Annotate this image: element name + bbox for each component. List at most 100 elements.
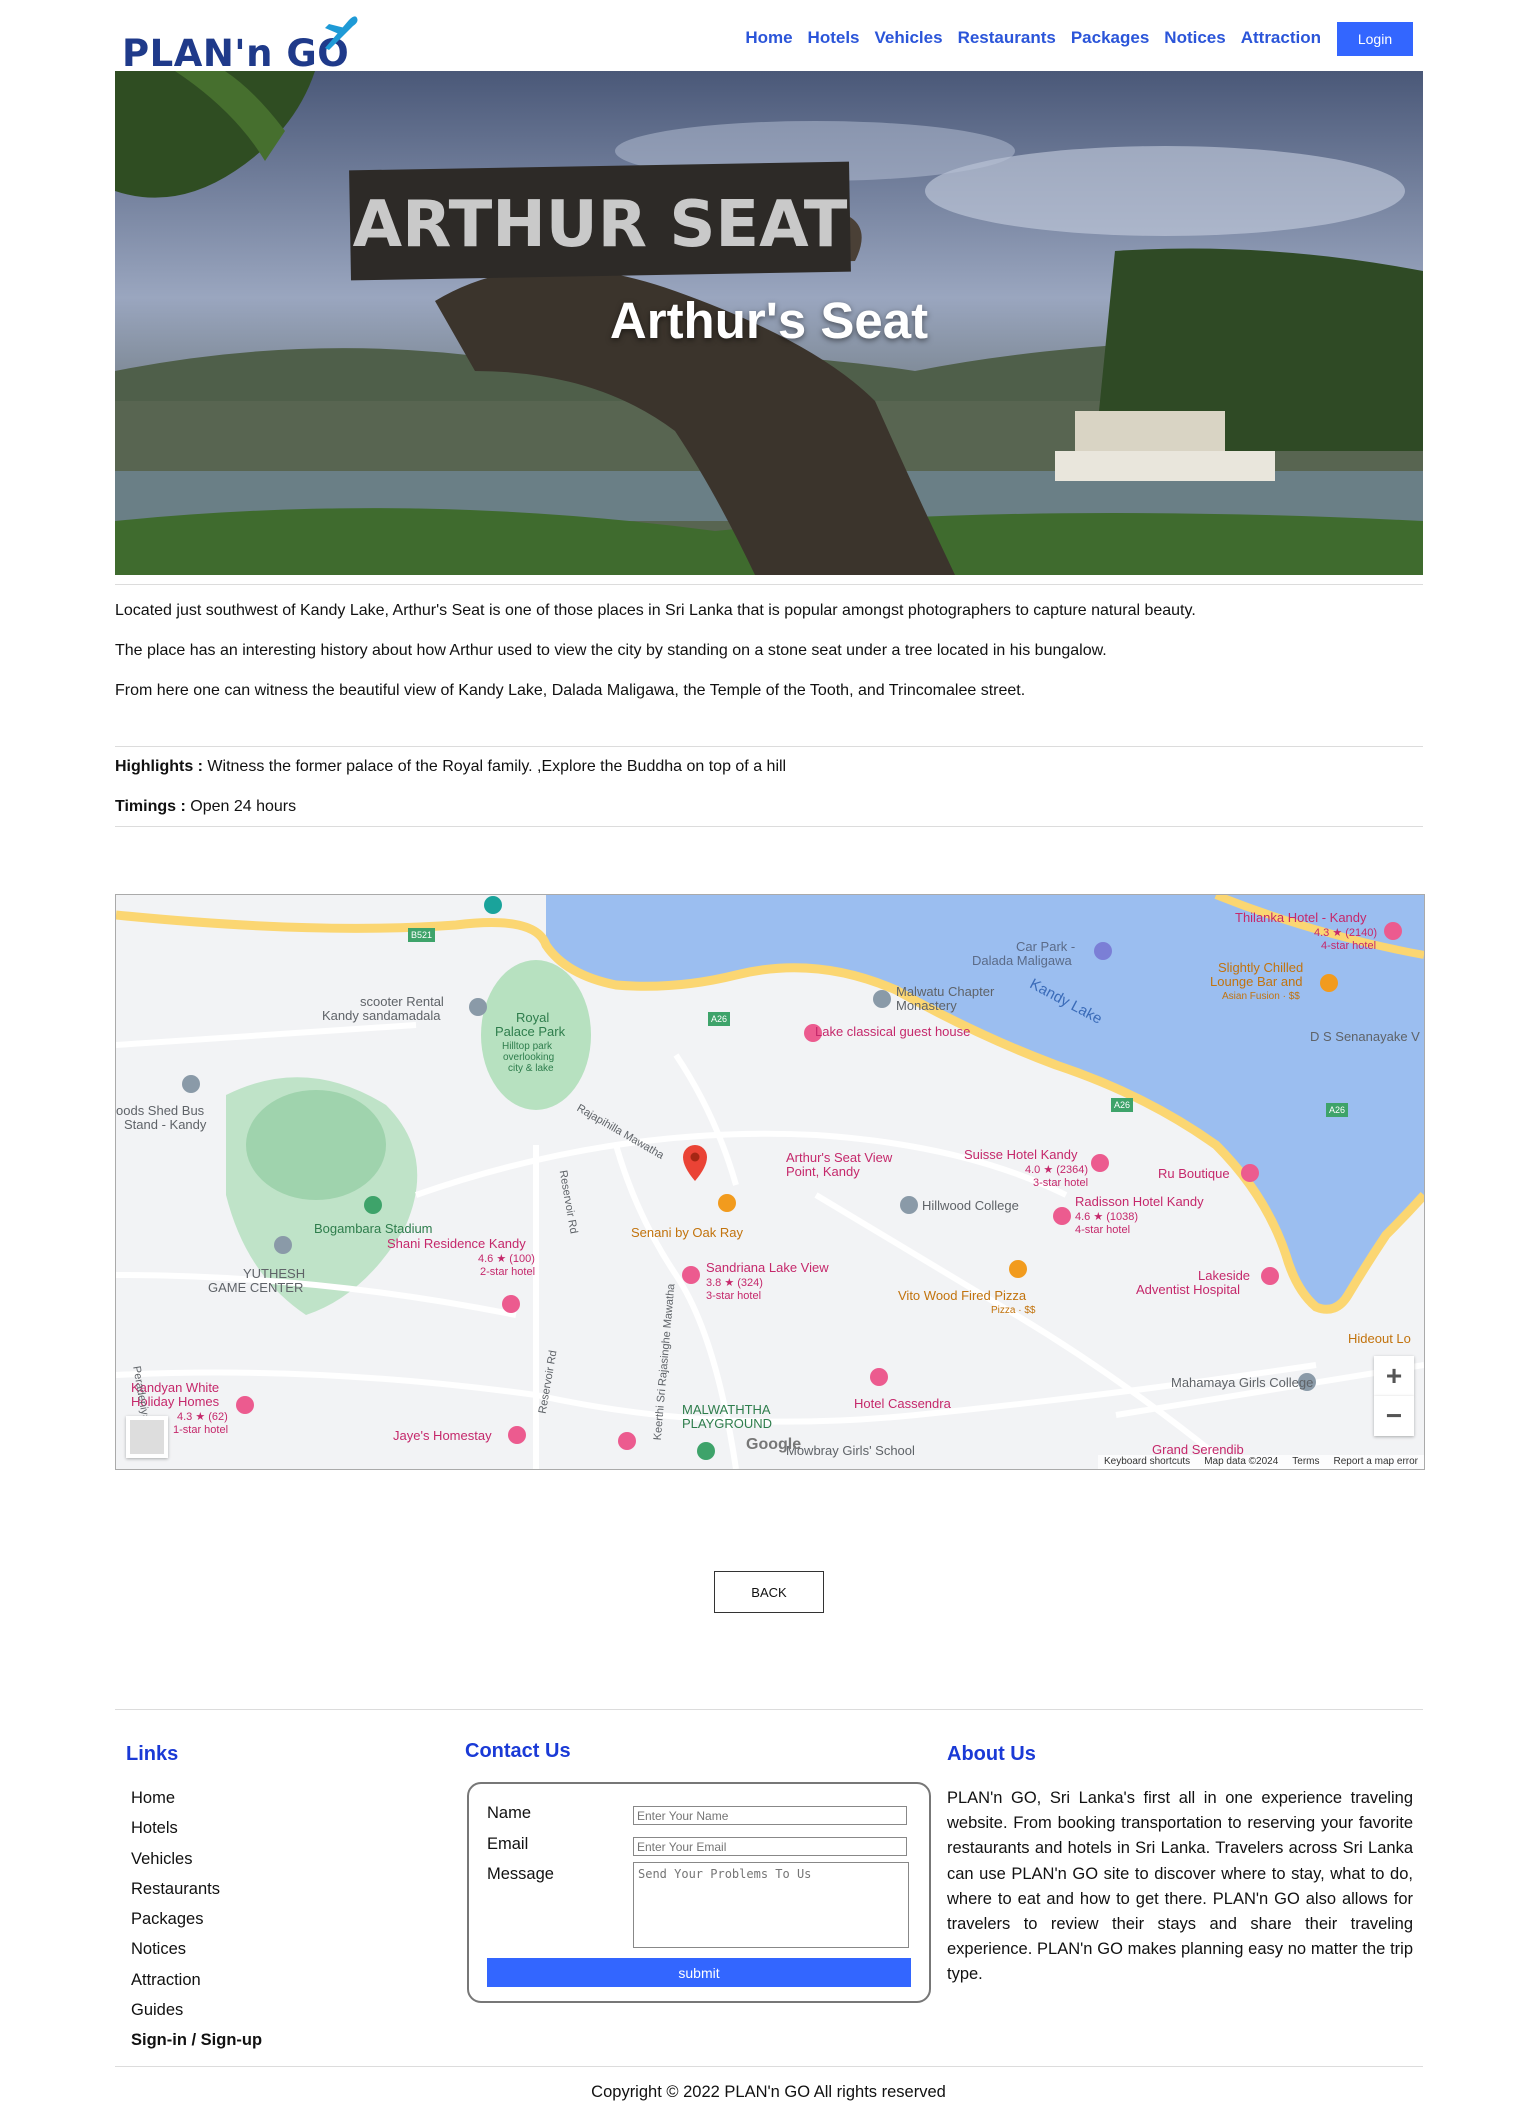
keyboard-shortcuts-link[interactable]: Keyboard shortcuts (1104, 1455, 1190, 1469)
site-logo[interactable]: PLAN'n GO (119, 8, 358, 75)
footer-link-signin[interactable]: Sign-in / Sign-up (131, 2030, 262, 2060)
description-paragraph-3: From here one can witness the beautiful … (115, 682, 1026, 699)
timings-value: Open 24 hours (185, 798, 297, 815)
divider (115, 746, 1423, 747)
map-label-thilanka[interactable]: Thilanka Hotel - Kandy (1235, 911, 1367, 925)
footer-link-notices[interactable]: Notices (131, 1939, 262, 1969)
contact-heading: Contact Us (465, 1740, 571, 1762)
map-label-jaye[interactable]: Jaye's Homestay (393, 1429, 492, 1443)
map-label-shani[interactable]: Shani Residence Kandy (387, 1237, 526, 1251)
map-label-hideout[interactable]: Hideout Lo (1348, 1332, 1411, 1346)
map-label-sandriana-rating: 3.8 ★ (324) (706, 1277, 763, 1289)
copyright-text: Copyright © 2022 PLAN'n GO All rights re… (591, 2083, 946, 2101)
email-label: Email (487, 1835, 529, 1853)
footer-link-attraction[interactable]: Attraction (131, 1970, 262, 2000)
map-label-thilanka-class: 4-star hotel (1321, 940, 1377, 952)
street-view-pegman[interactable] (126, 1416, 168, 1458)
report-error-link[interactable]: Report a map error (1334, 1455, 1418, 1469)
highlights-label: Highlights : (115, 758, 203, 775)
map-footer: Keyboard shortcuts Map data ©2024 Terms … (1098, 1455, 1424, 1469)
footer-links: Home Hotels Vehicles Restaurants Package… (131, 1788, 262, 2061)
logo-text: PLAN'n GO (122, 32, 350, 75)
page-title: Arthur's Seat (609, 292, 929, 349)
message-label: Message (487, 1865, 554, 1883)
map-label-scooter2: Kandy sandamadala (322, 1008, 441, 1023)
map-label-yuthesh: YUTHESH (243, 1266, 306, 1281)
map-label-chilled2: Lounge Bar and (1210, 974, 1303, 989)
about-heading: About Us (947, 1743, 1036, 1765)
hero-banner: ARTHUR SEAT Arthur's Seat (115, 71, 1423, 575)
main-menu: Home Hotels Vehicles Restaurants Package… (745, 28, 1321, 48)
map-label-royal: Royal (516, 1010, 550, 1025)
nav-vehicles[interactable]: Vehicles (875, 28, 943, 48)
nav-restaurants[interactable]: Restaurants (958, 28, 1056, 48)
map-shield-b521: B521 (408, 928, 436, 942)
back-button[interactable]: BACK (714, 1571, 824, 1613)
map-label-suisse[interactable]: Suisse Hotel Kandy (964, 1148, 1077, 1162)
map-label-ru-boutique[interactable]: Ru Boutique (1158, 1167, 1230, 1181)
top-nav: PLAN'n GO Home Hotels Vehicles Restauran… (115, 0, 1423, 75)
nav-hotels[interactable]: Hotels (808, 28, 860, 48)
nav-packages[interactable]: Packages (1071, 28, 1149, 48)
highlights-value: Witness the former palace of the Royal f… (202, 758, 787, 775)
timings-label: Timings : (115, 798, 186, 815)
map-label-scooter: scooter Rental (360, 994, 444, 1009)
map-label-lakeside[interactable]: Lakeside (1198, 1269, 1250, 1283)
map-label-malwaththa2: PLAYGROUND (682, 1416, 773, 1431)
map-label-carpark2: Dalada Maligawa (972, 953, 1072, 968)
email-input[interactable] (633, 1837, 907, 1856)
contact-form: Name Email Message submit (467, 1782, 931, 2003)
name-label: Name (487, 1804, 532, 1822)
google-map[interactable]: Thilanka Hotel - Kandy 4.3 ★ (2140) 4-st… (115, 894, 1425, 1470)
map-label-malwatu2: Monastery (896, 998, 957, 1013)
map-label-shani-class: 2-star hotel (480, 1266, 536, 1278)
map-label-cassendra[interactable]: Hotel Cassendra (854, 1397, 951, 1411)
map-label-arthur-seat[interactable]: Arthur's Seat View (786, 1151, 892, 1165)
map-label-royal5: city & lake (508, 1063, 554, 1074)
message-textarea[interactable] (633, 1862, 909, 1948)
map-label-suisse-class: 3-star hotel (1033, 1177, 1089, 1189)
footer-link-restaurants[interactable]: Restaurants (131, 1879, 262, 1909)
zoom-in-button[interactable]: + (1374, 1356, 1414, 1396)
map-label-mahamaya: Mahamaya Girls College (1171, 1375, 1314, 1390)
map-label-senani[interactable]: Senani by Oak Ray (631, 1226, 743, 1240)
divider (115, 584, 1423, 585)
map-label-thilanka-rating: 4.3 ★ (2140) (1314, 927, 1378, 939)
map-label-malwaththa: MALWATHTHA (682, 1402, 771, 1417)
footer-link-home[interactable]: Home (131, 1788, 262, 1818)
highlights-row: Highlights : Witness the former palace o… (115, 758, 786, 776)
map-label-yuthesh2: GAME CENTER (208, 1280, 304, 1295)
map-label-vitowood2: Pizza · $$ (991, 1305, 1036, 1316)
footer-link-guides[interactable]: Guides (131, 2000, 262, 2030)
name-input[interactable] (633, 1806, 907, 1825)
map-label-sandriana[interactable]: Sandriana Lake View (706, 1261, 829, 1275)
about-text: PLAN'n GO, Sri Lanka's first all in one … (947, 1789, 1413, 1984)
description-paragraph-1: Located just southwest of Kandy Lake, Ar… (115, 602, 1196, 619)
map-label-shed2: Stand - Kandy (124, 1117, 207, 1132)
map-label-chilled3: Asian Fusion · $$ (1222, 991, 1300, 1002)
footer-link-vehicles[interactable]: Vehicles (131, 1849, 262, 1879)
map-label-radisson[interactable]: Radisson Hotel Kandy (1075, 1195, 1204, 1209)
footer-link-packages[interactable]: Packages (131, 1909, 262, 1939)
map-label-lakeside2: Adventist Hospital (1136, 1282, 1241, 1297)
nav-attraction[interactable]: Attraction (1241, 28, 1321, 48)
nav-notices[interactable]: Notices (1164, 28, 1225, 48)
map-label-chilled[interactable]: Slightly Chilled (1218, 961, 1303, 975)
map-label-lake-classical[interactable]: Lake classical guest house (815, 1025, 970, 1039)
map-label-carpark: Car Park - (1016, 939, 1076, 954)
map-label-sandriana-class: 3-star hotel (706, 1290, 762, 1302)
map-label-vitowood[interactable]: Vito Wood Fired Pizza (898, 1289, 1026, 1303)
map-label-mowbray: Mowbray Girls' School (786, 1443, 915, 1458)
login-button[interactable]: Login (1337, 22, 1413, 56)
zoom-out-button[interactable]: − (1374, 1396, 1414, 1436)
footer-link-hotels[interactable]: Hotels (131, 1818, 262, 1848)
divider (115, 2066, 1423, 2067)
terms-link[interactable]: Terms (1292, 1455, 1319, 1469)
map-label-radisson-class: 4-star hotel (1075, 1224, 1131, 1236)
map-shield-a26-3: A26 (1326, 1103, 1349, 1117)
plane-icon (325, 16, 358, 50)
submit-button[interactable]: submit (487, 1958, 911, 1987)
nav-home[interactable]: Home (745, 28, 792, 48)
map-label-royal2: Palace Park (495, 1024, 566, 1039)
map-label-shani-rating: 4.6 ★ (100) (478, 1253, 535, 1265)
